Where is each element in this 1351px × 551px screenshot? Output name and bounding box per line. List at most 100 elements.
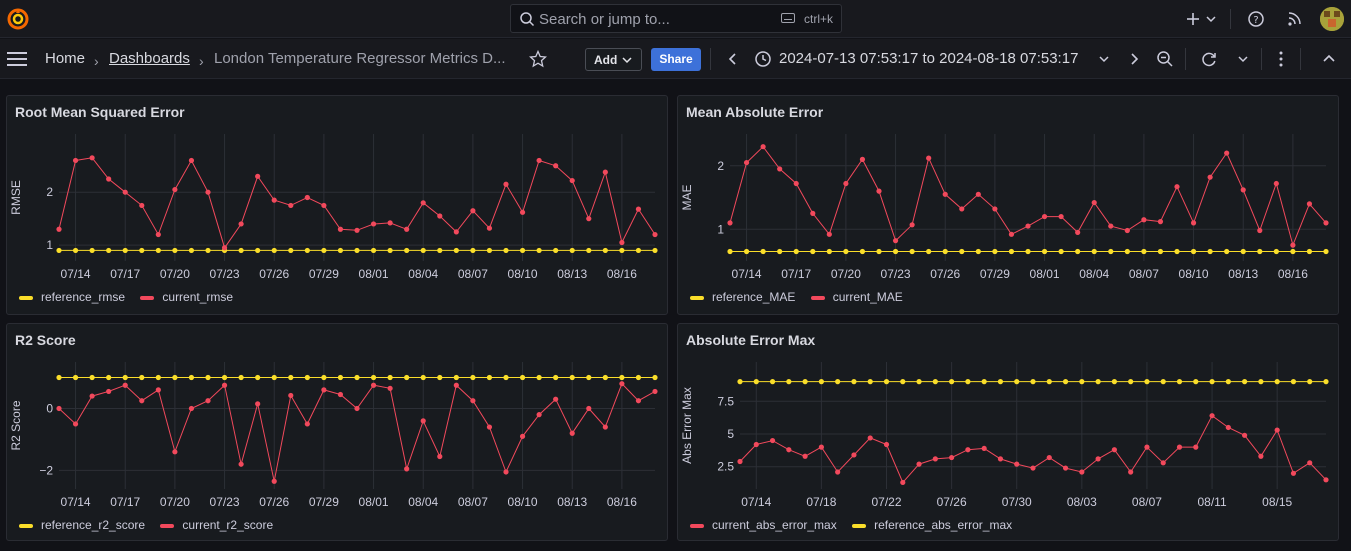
- legend-item-current[interactable]: current_rmse: [140, 290, 233, 304]
- data-point: [470, 374, 476, 381]
- panel-mae[interactable]: Mean Absolute Error 07/14 07/17 07/20 07/23…: [677, 95, 1339, 315]
- data-point: [288, 247, 294, 254]
- data-point: [238, 461, 244, 467]
- data-point: [793, 248, 799, 255]
- legend-item-reference[interactable]: reference_rmse: [19, 290, 125, 304]
- search-input[interactable]: Search or jump to... ctrl+k: [510, 4, 842, 33]
- chevron-down-icon[interactable]: [1206, 9, 1216, 29]
- legend-item-current[interactable]: current_r2_score: [160, 518, 273, 532]
- keyboard-icon: [781, 13, 795, 23]
- star-icon[interactable]: [529, 50, 547, 68]
- legend-swatch: [19, 523, 33, 528]
- data-point: [1224, 150, 1230, 156]
- chevron-down-icon[interactable]: [1238, 51, 1248, 67]
- data-point: [737, 379, 743, 385]
- legend-item-current[interactable]: current_MAE: [810, 290, 903, 304]
- x-tick-label: 07/30: [1002, 495, 1032, 509]
- data-point: [1190, 248, 1197, 255]
- data-point: [188, 157, 195, 164]
- x-tick-label: 08/11: [1197, 495, 1226, 509]
- chevron-right-icon[interactable]: [1129, 51, 1139, 67]
- data-point: [1157, 219, 1164, 225]
- time-range-picker[interactable]: 2024-07-13 07:53:17 to 2024-08-18 07:53:…: [779, 50, 1078, 67]
- data-point: [1014, 379, 1020, 385]
- y-tick-label: 5: [727, 427, 734, 441]
- data-point: [437, 247, 443, 254]
- data-point: [172, 247, 178, 254]
- data-point: [1079, 469, 1085, 475]
- data-point: [304, 247, 310, 254]
- data-point: [255, 401, 261, 407]
- data-point: [453, 247, 459, 254]
- zoom-out-icon[interactable]: [1156, 50, 1174, 68]
- data-point: [932, 456, 938, 462]
- legend-swatch: [690, 295, 704, 300]
- data-point: [835, 379, 841, 385]
- data-point: [255, 173, 261, 179]
- chevron-left-icon[interactable]: [728, 51, 738, 67]
- data-point: [883, 441, 890, 448]
- data-point: [304, 374, 310, 381]
- data-point: [172, 186, 178, 193]
- data-point: [1274, 427, 1280, 433]
- data-point: [304, 421, 310, 427]
- data-point: [997, 456, 1004, 462]
- data-point: [337, 374, 344, 381]
- data-point: [737, 458, 743, 465]
- plus-icon[interactable]: [1186, 9, 1200, 29]
- data-point: [900, 479, 906, 486]
- x-tick-label: 08/04: [408, 267, 438, 281]
- y-tick-label: 1: [717, 222, 724, 236]
- data-point: [619, 381, 625, 387]
- data-point: [221, 382, 228, 388]
- avatar[interactable]: [1320, 7, 1344, 31]
- data-point: [56, 374, 62, 381]
- legend-item-reference[interactable]: reference_MAE: [690, 290, 795, 304]
- data-point: [503, 247, 509, 254]
- data-point: [753, 379, 759, 385]
- data-point: [586, 216, 592, 222]
- legend-item-reference[interactable]: reference_abs_error_max: [852, 518, 1012, 532]
- panel-rmse[interactable]: Root Mean Squared Error 07/14 07/17 07/20 0…: [6, 95, 668, 315]
- data-point: [883, 379, 890, 385]
- grafana-logo-icon[interactable]: [6, 7, 30, 31]
- panel-r2[interactable]: R2 Score 07/14 07/17 07/20 07/23 07/26 07/29 0…: [6, 323, 668, 541]
- x-tick-label: 08/03: [1067, 495, 1097, 509]
- legend-item-reference[interactable]: reference_r2_score: [19, 518, 145, 532]
- data-point: [1111, 447, 1117, 453]
- more-vertical-icon[interactable]: [1276, 50, 1286, 68]
- chevron-up-icon[interactable]: [1323, 51, 1335, 67]
- breadcrumb-dashboards[interactable]: Dashboards: [109, 50, 190, 67]
- top-bar: Search or jump to... ctrl+k ?: [0, 0, 1351, 38]
- share-button[interactable]: Share: [651, 48, 701, 71]
- data-point: [321, 374, 327, 381]
- x-tick-label: 08/07: [458, 495, 488, 509]
- x-tick-label: 07/20: [160, 267, 190, 281]
- data-point: [1307, 460, 1313, 466]
- data-point: [453, 382, 459, 388]
- rss-icon[interactable]: [1287, 9, 1303, 29]
- data-point: [354, 247, 360, 254]
- data-point: [536, 412, 542, 418]
- data-point: [155, 247, 161, 254]
- breadcrumb-home[interactable]: Home: [45, 50, 85, 67]
- data-point: [155, 387, 161, 393]
- y-tick-label: 2: [717, 159, 724, 173]
- data-point: [387, 247, 393, 254]
- data-point: [1273, 180, 1279, 187]
- refresh-icon[interactable]: [1200, 50, 1218, 68]
- help-icon[interactable]: ?: [1247, 9, 1265, 29]
- add-button[interactable]: Add: [585, 48, 642, 71]
- data-point: [810, 210, 816, 216]
- x-tick-label: 07/26: [259, 495, 289, 509]
- data-point: [1290, 470, 1297, 476]
- legend-item-current[interactable]: current_abs_error_max: [690, 518, 837, 532]
- data-point: [1176, 444, 1183, 450]
- data-point: [238, 247, 244, 254]
- data-point: [122, 189, 128, 195]
- data-point: [106, 176, 112, 182]
- data-point: [851, 452, 857, 458]
- menu-icon[interactable]: [7, 52, 27, 66]
- panel-abs-error-max[interactable]: Absolute Error Max 07/14 07/18 07/22 07/26 0…: [677, 323, 1339, 541]
- chevron-down-icon[interactable]: [1099, 51, 1109, 67]
